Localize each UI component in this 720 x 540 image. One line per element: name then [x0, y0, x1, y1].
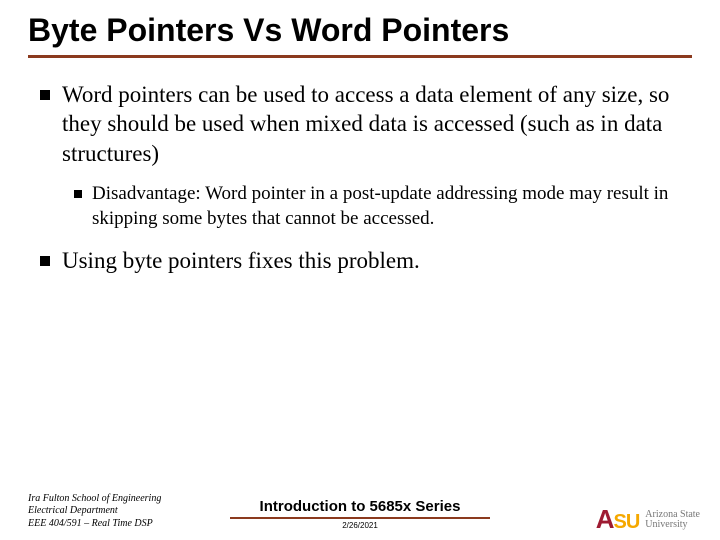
bullet-2: Disadvantage: Word pointer in a post-upd…	[74, 182, 692, 231]
asu-university-text: Arizona State University	[645, 510, 700, 530]
footer-date: 2/26/2021	[230, 521, 490, 530]
content-area: Word pointers can be used to access a da…	[28, 80, 692, 275]
asu-logo-icon: A SU	[596, 509, 640, 530]
slide-title: Byte Pointers Vs Word Pointers	[28, 12, 692, 53]
footer: Ira Fulton School of Engineering Electri…	[0, 478, 720, 540]
footer-rule	[230, 517, 490, 519]
footer-course-title: Introduction to 5685x Series	[230, 498, 490, 515]
footer-school: Ira Fulton School of Engineering	[28, 493, 161, 506]
footer-left: Ira Fulton School of Engineering Electri…	[28, 493, 161, 531]
bullet-3: Using byte pointers fixes this problem.	[40, 246, 692, 275]
square-bullet-icon	[40, 256, 50, 266]
footer-right: A SU Arizona State University	[596, 509, 700, 530]
uni-line-2: University	[645, 520, 700, 530]
asu-logo-a: A	[596, 509, 613, 530]
footer-course-code: EEE 404/591 – Real Time DSP	[28, 518, 161, 531]
bullet-3-text: Using byte pointers fixes this problem.	[62, 246, 420, 275]
bullet-1: Word pointers can be used to access a da…	[40, 80, 692, 168]
asu-logo-su: SU	[614, 514, 640, 530]
bullet-2-text: Disadvantage: Word pointer in a post-upd…	[92, 182, 692, 231]
square-bullet-icon	[74, 190, 82, 198]
footer-center: Introduction to 5685x Series 2/26/2021	[230, 498, 490, 530]
title-underline	[28, 55, 692, 58]
footer-department: Electrical Department	[28, 505, 161, 518]
square-bullet-icon	[40, 90, 50, 100]
slide: Byte Pointers Vs Word Pointers Word poin…	[0, 0, 720, 540]
bullet-1-text: Word pointers can be used to access a da…	[62, 80, 692, 168]
